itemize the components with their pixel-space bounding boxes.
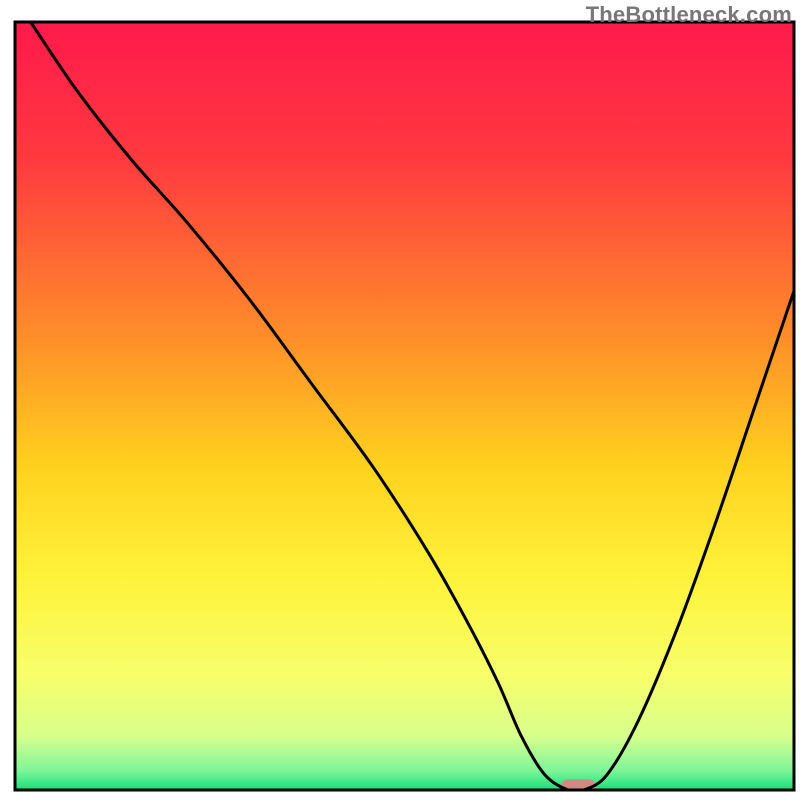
bottleneck-chart — [0, 0, 800, 800]
watermark-text: TheBottleneck.com — [586, 2, 792, 28]
chart-stage: TheBottleneck.com — [0, 0, 800, 800]
gradient-background — [15, 22, 794, 790]
